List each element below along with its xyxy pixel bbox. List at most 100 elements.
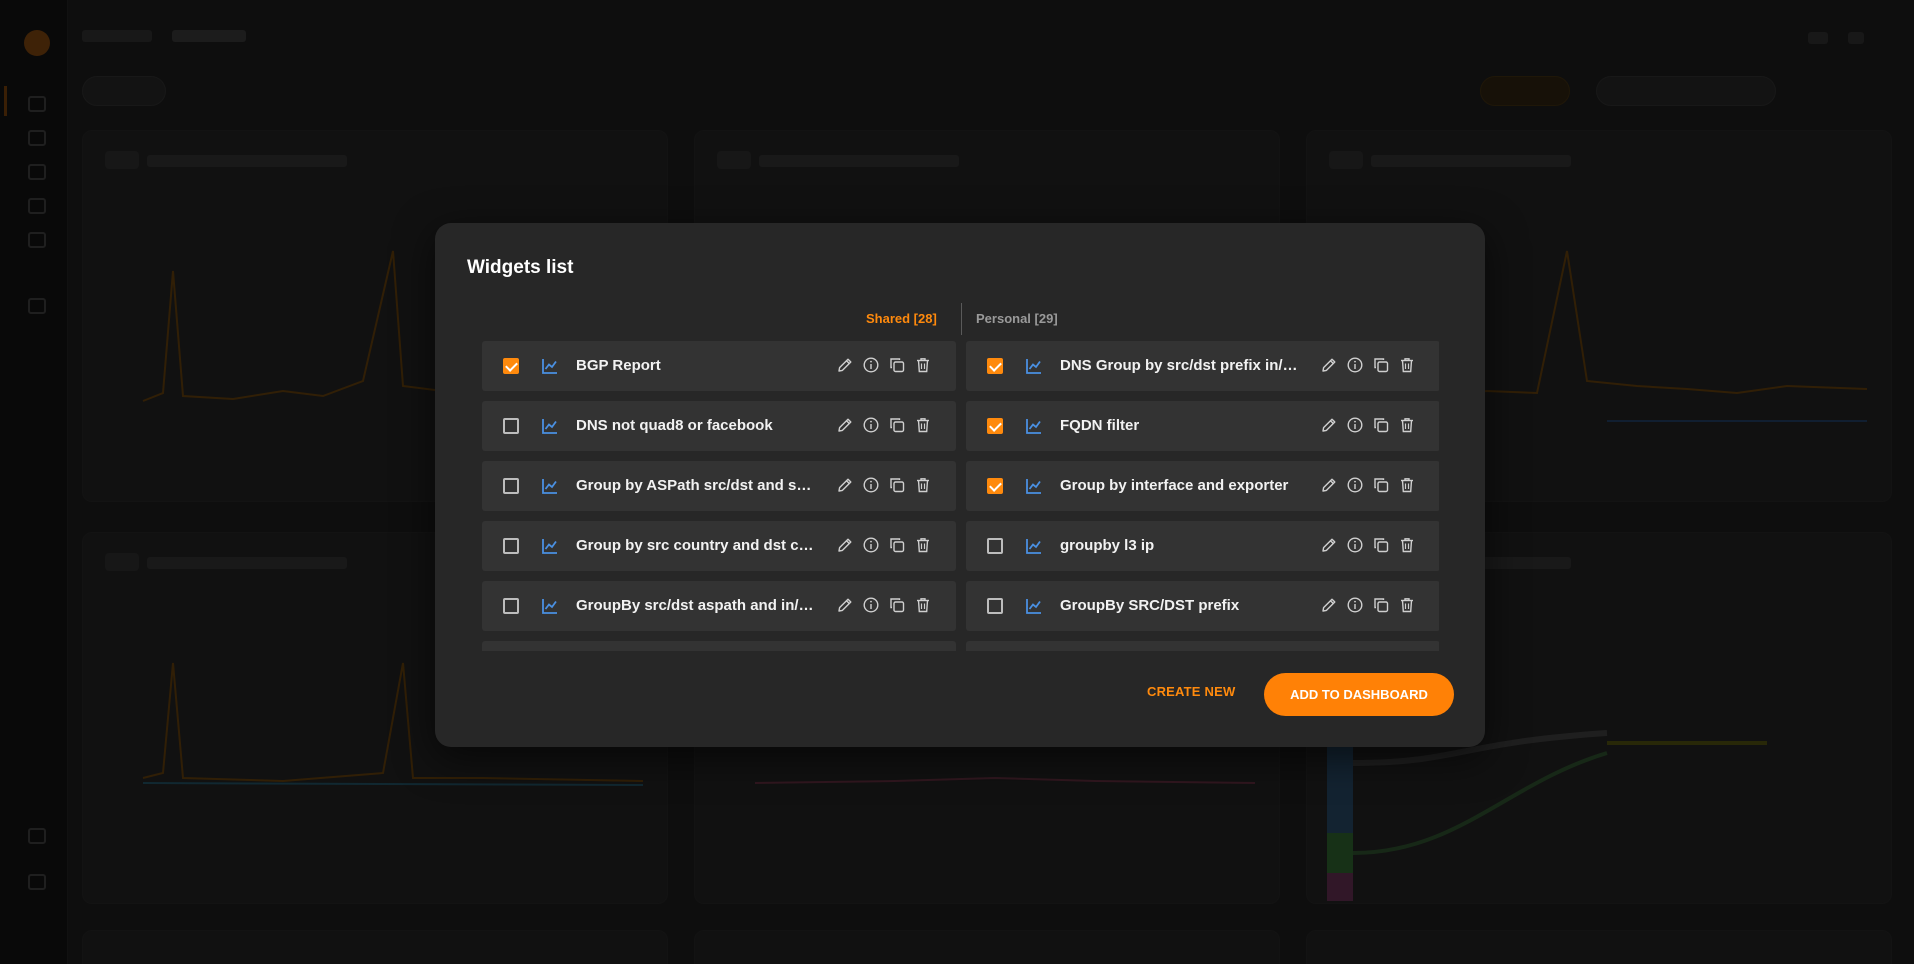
add-to-dashboard-button[interactable]: ADD TO DASHBOARD [1264,673,1454,716]
create-new-button[interactable]: CREATE NEW [1147,684,1235,699]
duplicate-icon[interactable] [1372,596,1390,614]
info-icon[interactable] [862,416,880,434]
info-icon[interactable] [1346,416,1364,434]
delete-icon[interactable] [914,596,932,614]
line-chart-icon [541,417,559,435]
widget-name: GroupBy SRC/DST prefix [1060,597,1240,614]
widget-name: Group by src country and dst cit... [576,537,816,554]
widget-actions [1320,536,1416,556]
widget-row[interactable] [966,641,1439,651]
edit-icon[interactable] [1320,416,1338,434]
duplicate-icon[interactable] [1372,476,1390,494]
duplicate-icon[interactable] [1372,536,1390,554]
widgets-list-modal: Widgets list Shared [28] Personal [29] B… [435,223,1485,747]
line-chart-icon [1025,477,1043,495]
widget-row[interactable] [482,641,956,651]
info-icon[interactable] [1346,476,1364,494]
line-chart-icon [541,357,559,375]
delete-icon[interactable] [914,356,932,374]
delete-icon[interactable] [1398,416,1416,434]
widget-row[interactable]: GroupBy src/dst aspath and in/o... [482,581,956,631]
widget-row[interactable]: DNS Group by src/dst prefix in/o... [966,341,1439,391]
tab-divider [961,303,962,335]
widget-checkbox[interactable] [503,538,519,554]
info-icon[interactable] [1346,536,1364,554]
widget-row[interactable]: Group by src country and dst cit... [482,521,956,571]
edit-icon[interactable] [836,356,854,374]
duplicate-icon[interactable] [888,356,906,374]
widget-actions [836,596,932,616]
edit-icon[interactable] [1320,536,1338,554]
info-icon[interactable] [862,596,880,614]
edit-icon[interactable] [1320,356,1338,374]
widget-checkbox[interactable] [503,598,519,614]
widget-actions [1320,356,1416,376]
tab-shared[interactable]: Shared [28] [866,311,937,326]
widget-checkbox[interactable] [503,478,519,494]
delete-icon[interactable] [914,536,932,554]
widget-actions [836,536,932,556]
widget-checkbox[interactable] [987,538,1003,554]
widget-name: FQDN filter [1060,417,1140,434]
info-icon[interactable] [862,356,880,374]
widget-row[interactable]: DNS not quad8 or facebook [482,401,956,451]
info-icon[interactable] [862,476,880,494]
widget-tabs: Shared [28] Personal [29] [435,303,1485,335]
line-chart-icon [1025,597,1043,615]
delete-icon[interactable] [914,476,932,494]
edit-icon[interactable] [836,596,854,614]
line-chart-icon [541,477,559,495]
widget-row[interactable]: groupby l3 ip [966,521,1439,571]
widget-name: DNS not quad8 or facebook [576,417,773,434]
line-chart-icon [1025,357,1043,375]
edit-icon[interactable] [1320,596,1338,614]
widget-checkbox[interactable] [987,598,1003,614]
line-chart-icon [541,597,559,615]
duplicate-icon[interactable] [1372,356,1390,374]
widget-checkbox[interactable] [987,478,1003,494]
widget-name: DNS Group by src/dst prefix in/o... [1060,357,1300,374]
edit-icon[interactable] [836,476,854,494]
modal-title: Widgets list [467,257,574,278]
delete-icon[interactable] [914,416,932,434]
widget-name: Group by ASPath src/dst and src... [576,477,816,494]
widget-checkbox[interactable] [503,418,519,434]
widget-name: groupby l3 ip [1060,537,1155,554]
widget-name: GroupBy src/dst aspath and in/o... [576,597,816,614]
delete-icon[interactable] [1398,356,1416,374]
line-chart-icon [1025,417,1043,435]
widget-checkbox[interactable] [503,358,519,374]
widget-checkbox[interactable] [987,358,1003,374]
edit-icon[interactable] [1320,476,1338,494]
edit-icon[interactable] [836,416,854,434]
widget-row[interactable]: GroupBy SRC/DST prefix [966,581,1439,631]
duplicate-icon[interactable] [888,536,906,554]
widget-list[interactable]: BGP Report DNS not quad8 or facebook Group… [482,341,1439,651]
tab-personal[interactable]: Personal [29] [976,311,1058,326]
delete-icon[interactable] [1398,596,1416,614]
widget-actions [836,356,932,376]
widget-row[interactable]: BGP Report [482,341,956,391]
widget-actions [836,476,932,496]
app-root: Widgets list Shared [28] Personal [29] B… [0,0,1914,964]
widget-row[interactable]: Group by interface and exporter [966,461,1439,511]
line-chart-icon [541,537,559,555]
delete-icon[interactable] [1398,476,1416,494]
info-icon[interactable] [862,536,880,554]
duplicate-icon[interactable] [1372,416,1390,434]
duplicate-icon[interactable] [888,476,906,494]
delete-icon[interactable] [1398,536,1416,554]
widget-name: BGP Report [576,357,661,374]
widget-name: Group by interface and exporter [1060,477,1289,494]
info-icon[interactable] [1346,356,1364,374]
widget-row[interactable]: FQDN filter [966,401,1439,451]
info-icon[interactable] [1346,596,1364,614]
line-chart-icon [1025,537,1043,555]
duplicate-icon[interactable] [888,596,906,614]
duplicate-icon[interactable] [888,416,906,434]
edit-icon[interactable] [836,536,854,554]
widget-row[interactable]: Group by ASPath src/dst and src... [482,461,956,511]
widget-checkbox[interactable] [987,418,1003,434]
widget-actions [1320,416,1416,436]
widget-actions [1320,596,1416,616]
